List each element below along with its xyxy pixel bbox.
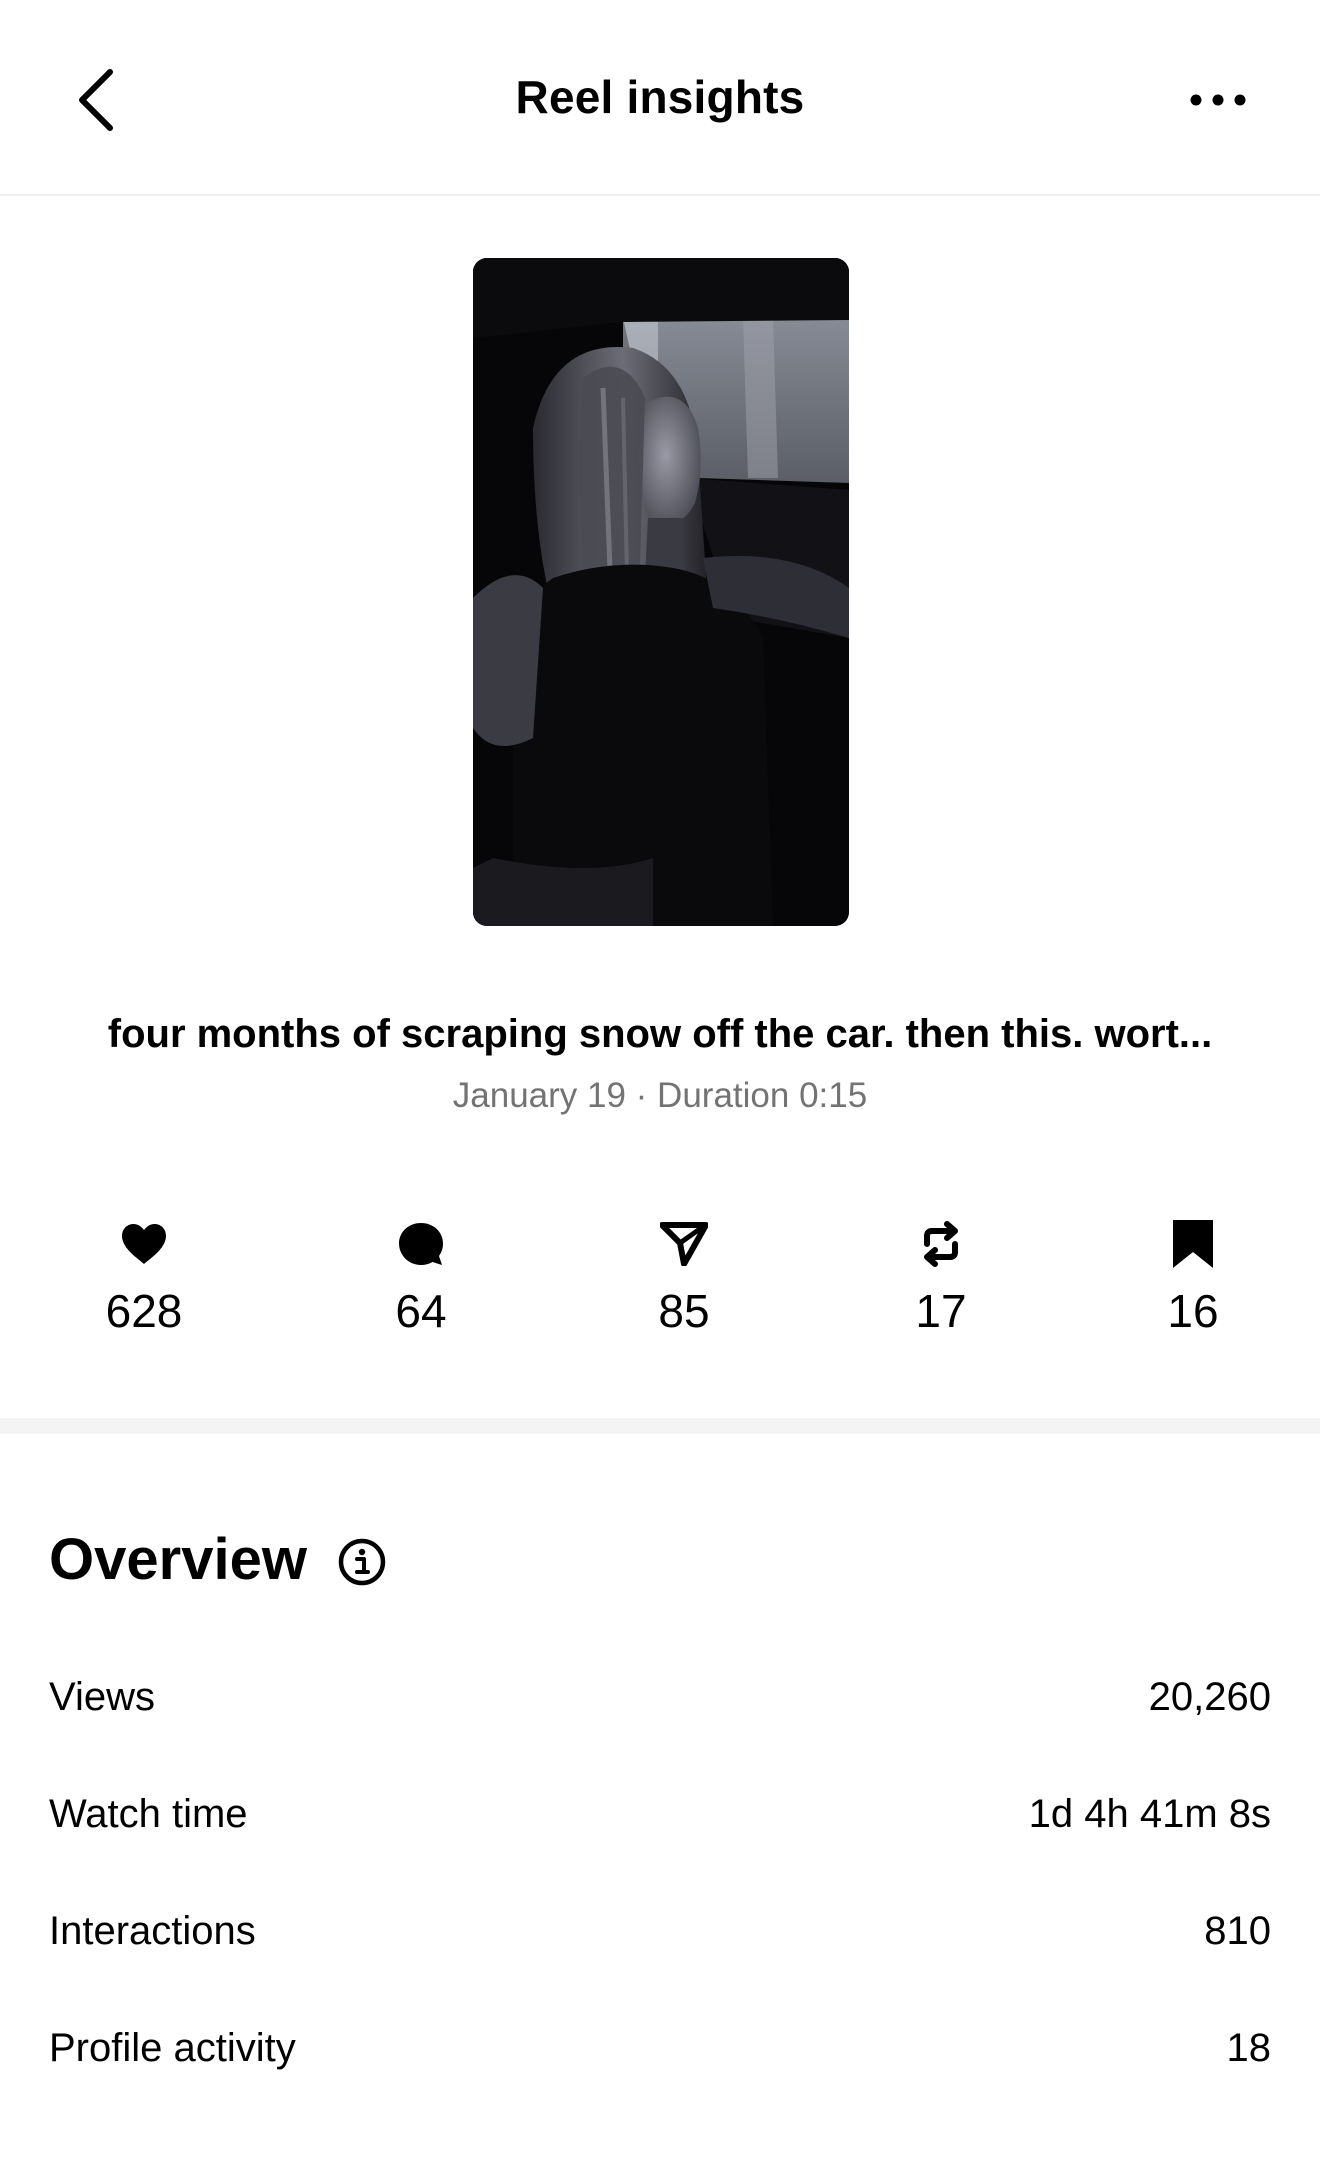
likes-stat[interactable]: 628 (54, 1216, 234, 1338)
reel-meta: January 19 · Duration 0:15 (452, 1076, 868, 1115)
overview-row-label: Profile activity (49, 2025, 296, 2070)
reel-insights-screen: Reel insights four months of scraping sn… (0, 0, 1320, 2169)
more-horizontal-icon (1190, 94, 1246, 106)
info-icon (338, 1538, 386, 1586)
header-bar: Reel insights (0, 0, 1320, 196)
reel-caption: four months of scraping snow off the car… (107, 1012, 1213, 1056)
heart-icon (122, 1224, 166, 1264)
comments-stat[interactable]: 64 (331, 1216, 511, 1338)
bookmark-icon (1173, 1220, 1213, 1268)
overview-row-value: 1d 4h 41m 8s (1028, 1791, 1271, 1836)
reel-thumbnail[interactable] (473, 258, 849, 926)
overview-row-views[interactable]: Views 20,260 (49, 1662, 1271, 1732)
overview-row-value: 18 (1226, 2025, 1272, 2070)
section-divider (0, 1418, 1320, 1434)
shares-count: 85 (658, 1285, 710, 1337)
repost-icon (924, 1221, 958, 1267)
saves-count: 16 (1167, 1285, 1219, 1337)
saves-stat[interactable]: 16 (1103, 1216, 1283, 1338)
overview-info-button[interactable] (338, 1538, 386, 1586)
overview-heading: Overview (49, 1527, 307, 1592)
comments-count: 64 (395, 1285, 447, 1337)
reel-thumbnail-image (473, 258, 849, 926)
overview-row-profile-activity[interactable]: Profile activity 18 (49, 2013, 1271, 2083)
send-icon (660, 1222, 708, 1266)
reposts-stat[interactable]: 17 (851, 1216, 1031, 1338)
overview-row-label: Views (49, 1674, 155, 1719)
more-options-button[interactable] (1188, 84, 1248, 116)
overview-row-value: 810 (1204, 1908, 1271, 1953)
comment-bubble-icon (399, 1223, 443, 1265)
page-title: Reel insights (515, 71, 805, 123)
overview-row-label: Interactions (49, 1908, 256, 1953)
likes-count: 628 (105, 1285, 183, 1337)
overview-row-value: 20,260 (1148, 1674, 1271, 1719)
overview-row-watch-time[interactable]: Watch time 1d 4h 41m 8s (49, 1779, 1271, 1849)
reposts-count: 17 (915, 1285, 967, 1337)
overview-row-label: Watch time (49, 1791, 248, 1836)
overview-row-interactions[interactable]: Interactions 810 (49, 1896, 1271, 1966)
shares-stat[interactable]: 85 (594, 1216, 774, 1338)
